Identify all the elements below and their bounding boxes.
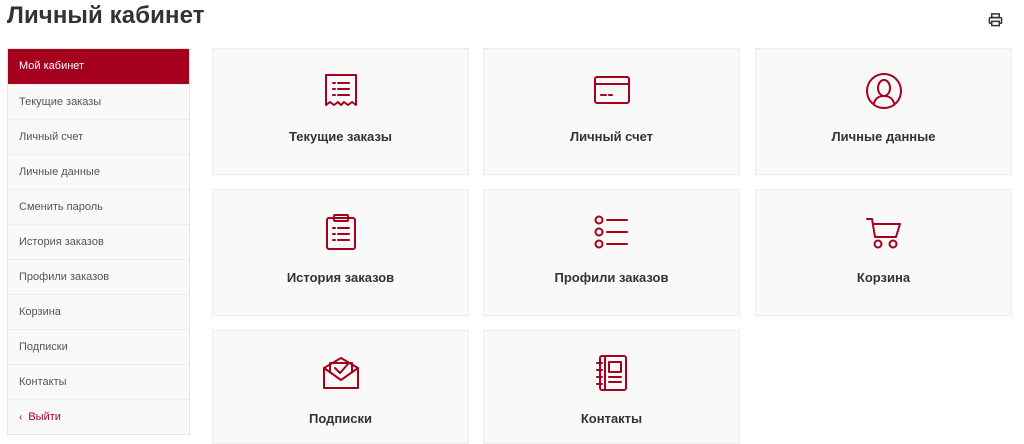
sidebar-item-label: Текущие заказы: [19, 96, 102, 108]
tile-label: Текущие заказы: [288, 129, 393, 144]
sidebar-item-logout[interactable]: ‹ Выйти: [8, 399, 189, 434]
bullet-list-icon: [593, 213, 631, 251]
address-book-icon: [593, 354, 631, 392]
tile-personal-data[interactable]: Личные данные: [755, 48, 1012, 175]
tile-contacts[interactable]: Контакты: [483, 330, 740, 444]
logout-label: Выйти: [28, 411, 61, 423]
sidebar-item-label: Личные данные: [19, 166, 100, 178]
tile-label: Личный счет: [569, 129, 654, 144]
shopping-cart-icon: [865, 213, 903, 251]
sidebar-item-label: Мой кабинет: [19, 60, 85, 72]
sidebar-item-label: Личный счет: [19, 131, 84, 143]
credit-card-icon: [593, 72, 631, 110]
sidebar-item-label: Сменить пароль: [19, 201, 103, 213]
tile-label: История заказов: [286, 270, 395, 285]
envelope-check-icon: [322, 354, 360, 392]
tile-label: Подписки: [309, 411, 372, 426]
sidebar-item-subscriptions[interactable]: Подписки: [8, 329, 189, 364]
printer-icon[interactable]: [988, 12, 1003, 27]
tile-label: Профили заказов: [554, 270, 669, 285]
sidebar-item-change-password[interactable]: Сменить пароль: [8, 189, 189, 224]
tile-order-history[interactable]: История заказов: [212, 189, 469, 316]
tile-label: Контакты: [580, 411, 643, 426]
tile-label: Личные данные: [831, 129, 936, 144]
sidebar-item-my-cabinet[interactable]: Мой кабинет: [8, 49, 189, 84]
sidebar-item-label: История заказов: [19, 236, 104, 248]
tile-cart[interactable]: Корзина: [755, 189, 1012, 316]
tile-personal-account[interactable]: Личный счет: [483, 48, 740, 175]
sidebar-item-personal-account[interactable]: Личный счет: [8, 119, 189, 154]
sidebar-item-personal-data[interactable]: Личные данные: [8, 154, 189, 189]
tile-subscriptions[interactable]: Подписки: [212, 330, 469, 444]
tile-order-profiles[interactable]: Профили заказов: [483, 189, 740, 316]
clipboard-list-icon: [322, 213, 360, 251]
page-title: Личный кабинет: [7, 2, 205, 29]
sidebar-item-contacts[interactable]: Контакты: [8, 364, 189, 399]
sidebar-item-order-history[interactable]: История заказов: [8, 224, 189, 259]
receipt-list-icon: [322, 72, 360, 110]
sidebar-item-order-profiles[interactable]: Профили заказов: [8, 259, 189, 294]
tile-label: Корзина: [856, 270, 911, 285]
sidebar: Мой кабинет Текущие заказы Личный счет Л…: [7, 48, 190, 435]
sidebar-item-label: Контакты: [19, 376, 67, 388]
tile-current-orders[interactable]: Текущие заказы: [212, 48, 469, 175]
sidebar-item-label: Подписки: [19, 341, 68, 353]
sidebar-item-label: Профили заказов: [19, 271, 110, 283]
sidebar-item-current-orders[interactable]: Текущие заказы: [8, 84, 189, 119]
sidebar-item-label: Корзина: [19, 306, 61, 318]
user-circle-icon: [865, 72, 903, 110]
sidebar-item-cart[interactable]: Корзина: [8, 294, 189, 329]
chevron-left-icon: ‹: [19, 412, 23, 423]
